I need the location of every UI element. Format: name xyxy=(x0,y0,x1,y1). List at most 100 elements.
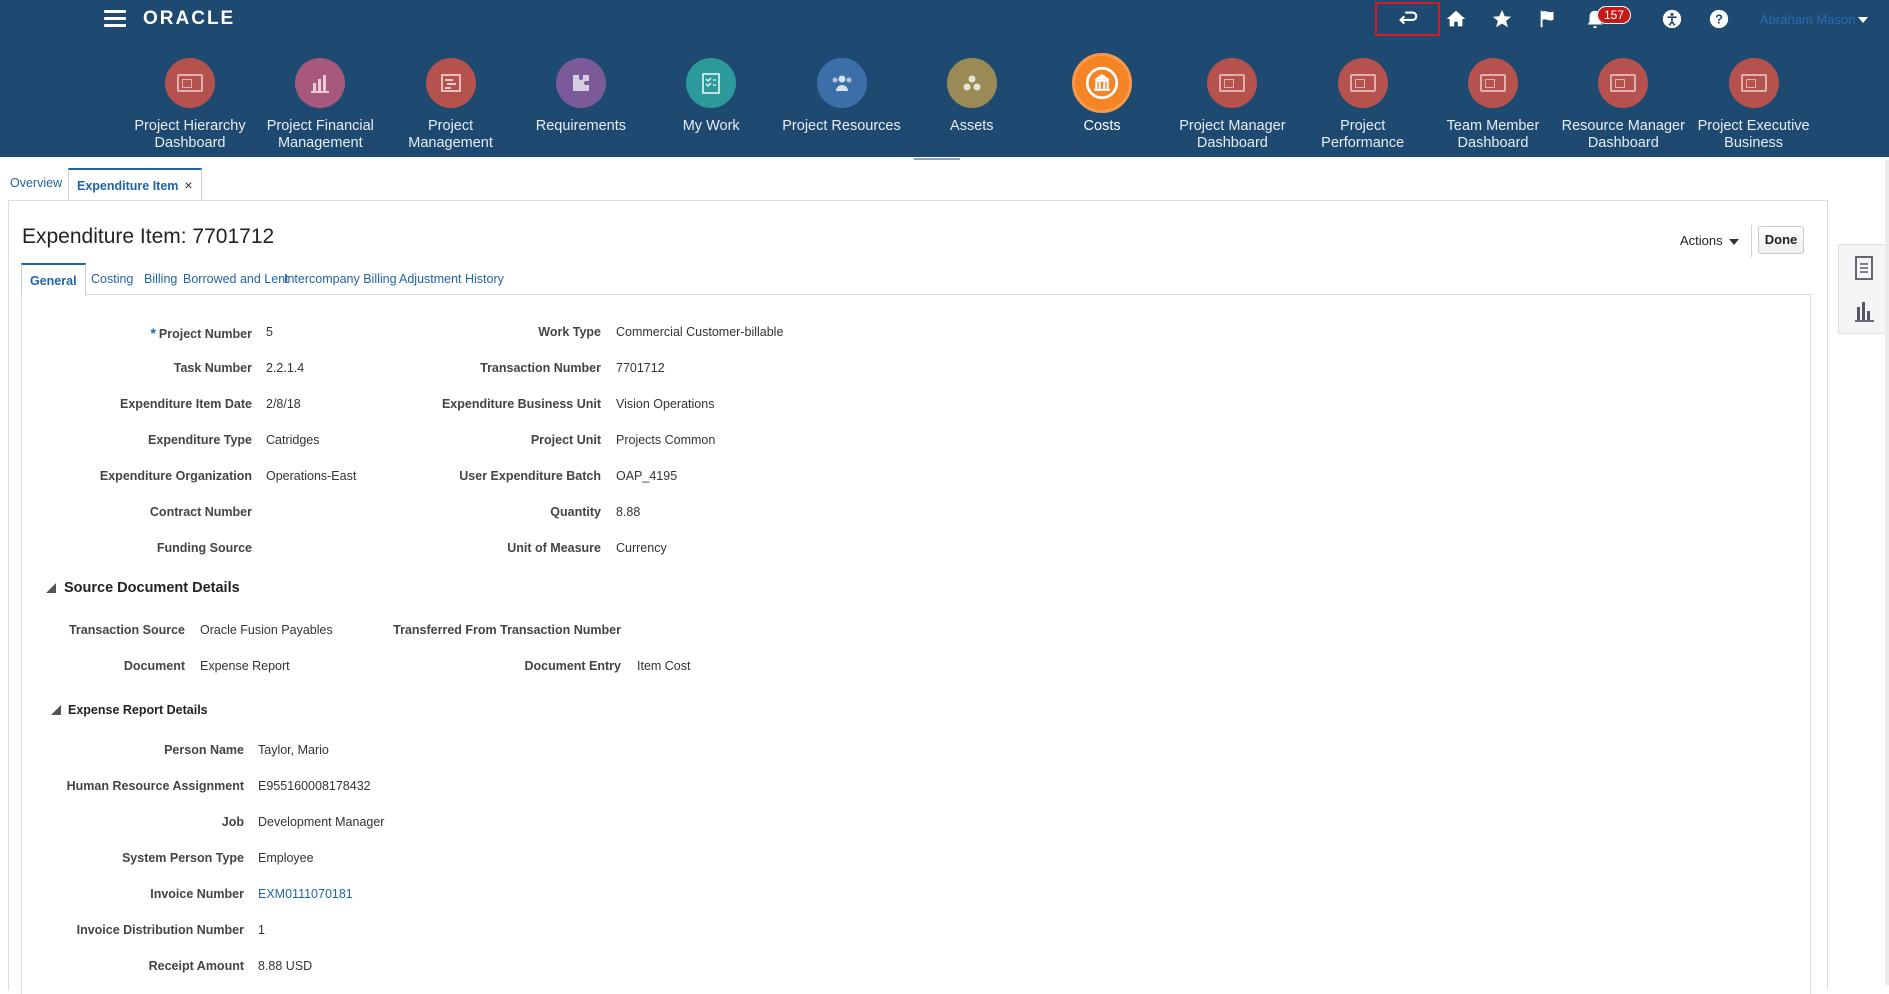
field-label: Transferred From Transaction Number xyxy=(393,623,621,637)
dashboard-icon xyxy=(1207,58,1258,108)
actions-label: Actions xyxy=(1680,233,1723,248)
field-label: Person Name xyxy=(164,743,244,757)
subtab-adjustment-history[interactable]: Adjustment History xyxy=(391,263,512,295)
invoice-number-link[interactable]: EXM0111070181 xyxy=(258,887,353,901)
springboard-my-work[interactable]: My Work xyxy=(649,58,773,135)
field-label-text: Funding Source xyxy=(156,541,252,555)
field-value: 8.88 xyxy=(616,505,641,519)
field-label: Work Type xyxy=(538,325,601,339)
assets-icon xyxy=(946,58,997,108)
field-label: Expenditure Type xyxy=(148,433,252,447)
field-label-text: Document Entry xyxy=(524,659,621,673)
field-label-text: Task Number xyxy=(173,361,252,375)
required-indicator: * xyxy=(150,325,156,341)
user-menu[interactable]: Abraham Mason xyxy=(1760,12,1855,27)
field-value: Operations-East xyxy=(266,469,357,483)
springboard-label: Requirements xyxy=(535,118,627,134)
expense-report-details-header[interactable]: Expense Report Details xyxy=(68,703,208,717)
back-icon[interactable] xyxy=(1395,7,1421,31)
field-label: Human Resource Assignment xyxy=(67,779,244,793)
source-document-details-header[interactable]: Source Document Details xyxy=(64,580,240,596)
springboard-label: Project Resources xyxy=(782,118,901,134)
done-button[interactable]: Done xyxy=(1758,226,1804,254)
actions-caret-icon xyxy=(1728,238,1739,245)
field-value: Oracle Fusion Payables xyxy=(200,623,333,637)
field-label-text: Project Number xyxy=(158,327,252,341)
collapse-triangle-icon[interactable] xyxy=(46,583,56,593)
page-scrollbar[interactable] xyxy=(1885,160,1889,985)
field-label-text: Transaction Source xyxy=(68,623,185,637)
bank-icon xyxy=(1072,53,1133,113)
field-label-text: Job xyxy=(221,815,244,829)
springboard-team-member-dashboard[interactable]: Team Member Dashboard xyxy=(1431,58,1555,152)
collapse-triangle-icon[interactable] xyxy=(51,705,61,715)
springboard-costs[interactable]: Costs xyxy=(1040,53,1164,135)
analytics-chart-icon[interactable] xyxy=(1852,297,1876,323)
actions-menu[interactable]: Actions xyxy=(1680,233,1739,248)
field-label-text: Human Resource Assignment xyxy=(66,779,244,793)
field-label-text: Expenditure Business Unit xyxy=(441,397,601,411)
springboard-project-manager-dashboard[interactable]: Project Manager Dashboard xyxy=(1170,58,1294,152)
field-value: 7701712 xyxy=(616,361,665,375)
field-label: Unit of Measure xyxy=(507,541,601,555)
springboard-project-hierarchy-dashboard[interactable]: Project Hierarchy Dashboard xyxy=(128,58,252,152)
subtab-costing[interactable]: Costing xyxy=(83,263,141,295)
springboard-assets[interactable]: Assets xyxy=(910,58,1034,135)
field-value: Development Manager xyxy=(258,815,385,829)
field-label-text: Invoice Number xyxy=(150,887,244,901)
field-label: Project Unit xyxy=(531,433,601,447)
oracle-logo: ORACLE xyxy=(143,8,236,29)
springboard-label: Resource Manager Dashboard xyxy=(1561,118,1685,151)
gantt-icon xyxy=(425,58,476,108)
field-label: Expenditure Item Date xyxy=(120,397,252,411)
field-value: 5 xyxy=(266,325,273,339)
springboard-page-indicator xyxy=(914,158,960,160)
dashboard-icon xyxy=(1728,58,1779,108)
notifications-count-badge: 157 xyxy=(1597,6,1632,24)
springboard-label: Team Member Dashboard xyxy=(1446,118,1540,151)
dashboard-icon xyxy=(1468,58,1518,108)
field-label-text: Expenditure Type xyxy=(148,433,252,447)
sub-tabs: General Costing Billing Borrowed and Lent In… xyxy=(21,263,1811,296)
document-list-icon[interactable] xyxy=(1852,255,1876,281)
global-header: ORACLE 157 ? Abraham Mason Project Hiera… xyxy=(0,0,1889,157)
tab-overview-label: Overview xyxy=(10,176,63,190)
toolbar-divider xyxy=(1751,225,1752,257)
field-label-text: Contract Number xyxy=(149,505,252,519)
field-label: Document Entry xyxy=(524,659,621,673)
navigator-menu-icon[interactable] xyxy=(104,10,126,28)
close-tab-icon[interactable]: × xyxy=(184,177,192,193)
subtab-general[interactable]: General xyxy=(21,263,86,296)
dashboard-icon xyxy=(1337,58,1388,108)
field-value: Catridges xyxy=(266,433,320,447)
field-value: Currency xyxy=(616,541,667,555)
user-menu-caret-icon[interactable] xyxy=(1858,17,1868,23)
flag-icon[interactable] xyxy=(1535,7,1561,31)
favorites-star-icon[interactable] xyxy=(1489,7,1515,31)
people-icon xyxy=(816,58,867,108)
field-label: Document xyxy=(124,659,185,673)
svg-text:?: ? xyxy=(1715,12,1723,27)
subtab-intercompany-billing[interactable]: Intercompany Billing xyxy=(276,263,405,295)
help-icon[interactable]: ? xyxy=(1706,7,1732,31)
springboard-project-performance[interactable]: Project Performance xyxy=(1301,58,1425,152)
springboard-label: Project Hierarchy Dashboard xyxy=(134,118,246,151)
springboard-project-management[interactable]: Project Management xyxy=(389,58,513,152)
home-icon[interactable] xyxy=(1443,7,1469,31)
field-value: 1 xyxy=(258,923,265,937)
springboard-project-financial-management[interactable]: Project Financial Management xyxy=(258,58,382,152)
springboard-project-resources[interactable]: Project Resources xyxy=(780,58,904,135)
puzzle-icon xyxy=(555,58,606,108)
springboard-resource-manager-dashboard[interactable]: Resource Manager Dashboard xyxy=(1561,58,1685,152)
tab-expenditure-item[interactable]: Expenditure Item × xyxy=(68,168,202,201)
springboard-project-executive-business[interactable]: Project Executive Business xyxy=(1692,58,1816,152)
springboard-requirements[interactable]: Requirements xyxy=(519,58,643,135)
field-value: Taylor, Mario xyxy=(258,743,329,757)
right-panel-rail xyxy=(1838,244,1888,334)
accessibility-icon[interactable] xyxy=(1659,7,1685,31)
field-label-text: Expenditure Item Date xyxy=(120,397,252,411)
tab-overview[interactable]: Overview xyxy=(2,168,70,199)
document-tabs: Overview Expenditure Item × xyxy=(0,168,1889,201)
field-label-text: Document xyxy=(123,659,185,673)
financial-chart-icon xyxy=(295,58,346,108)
